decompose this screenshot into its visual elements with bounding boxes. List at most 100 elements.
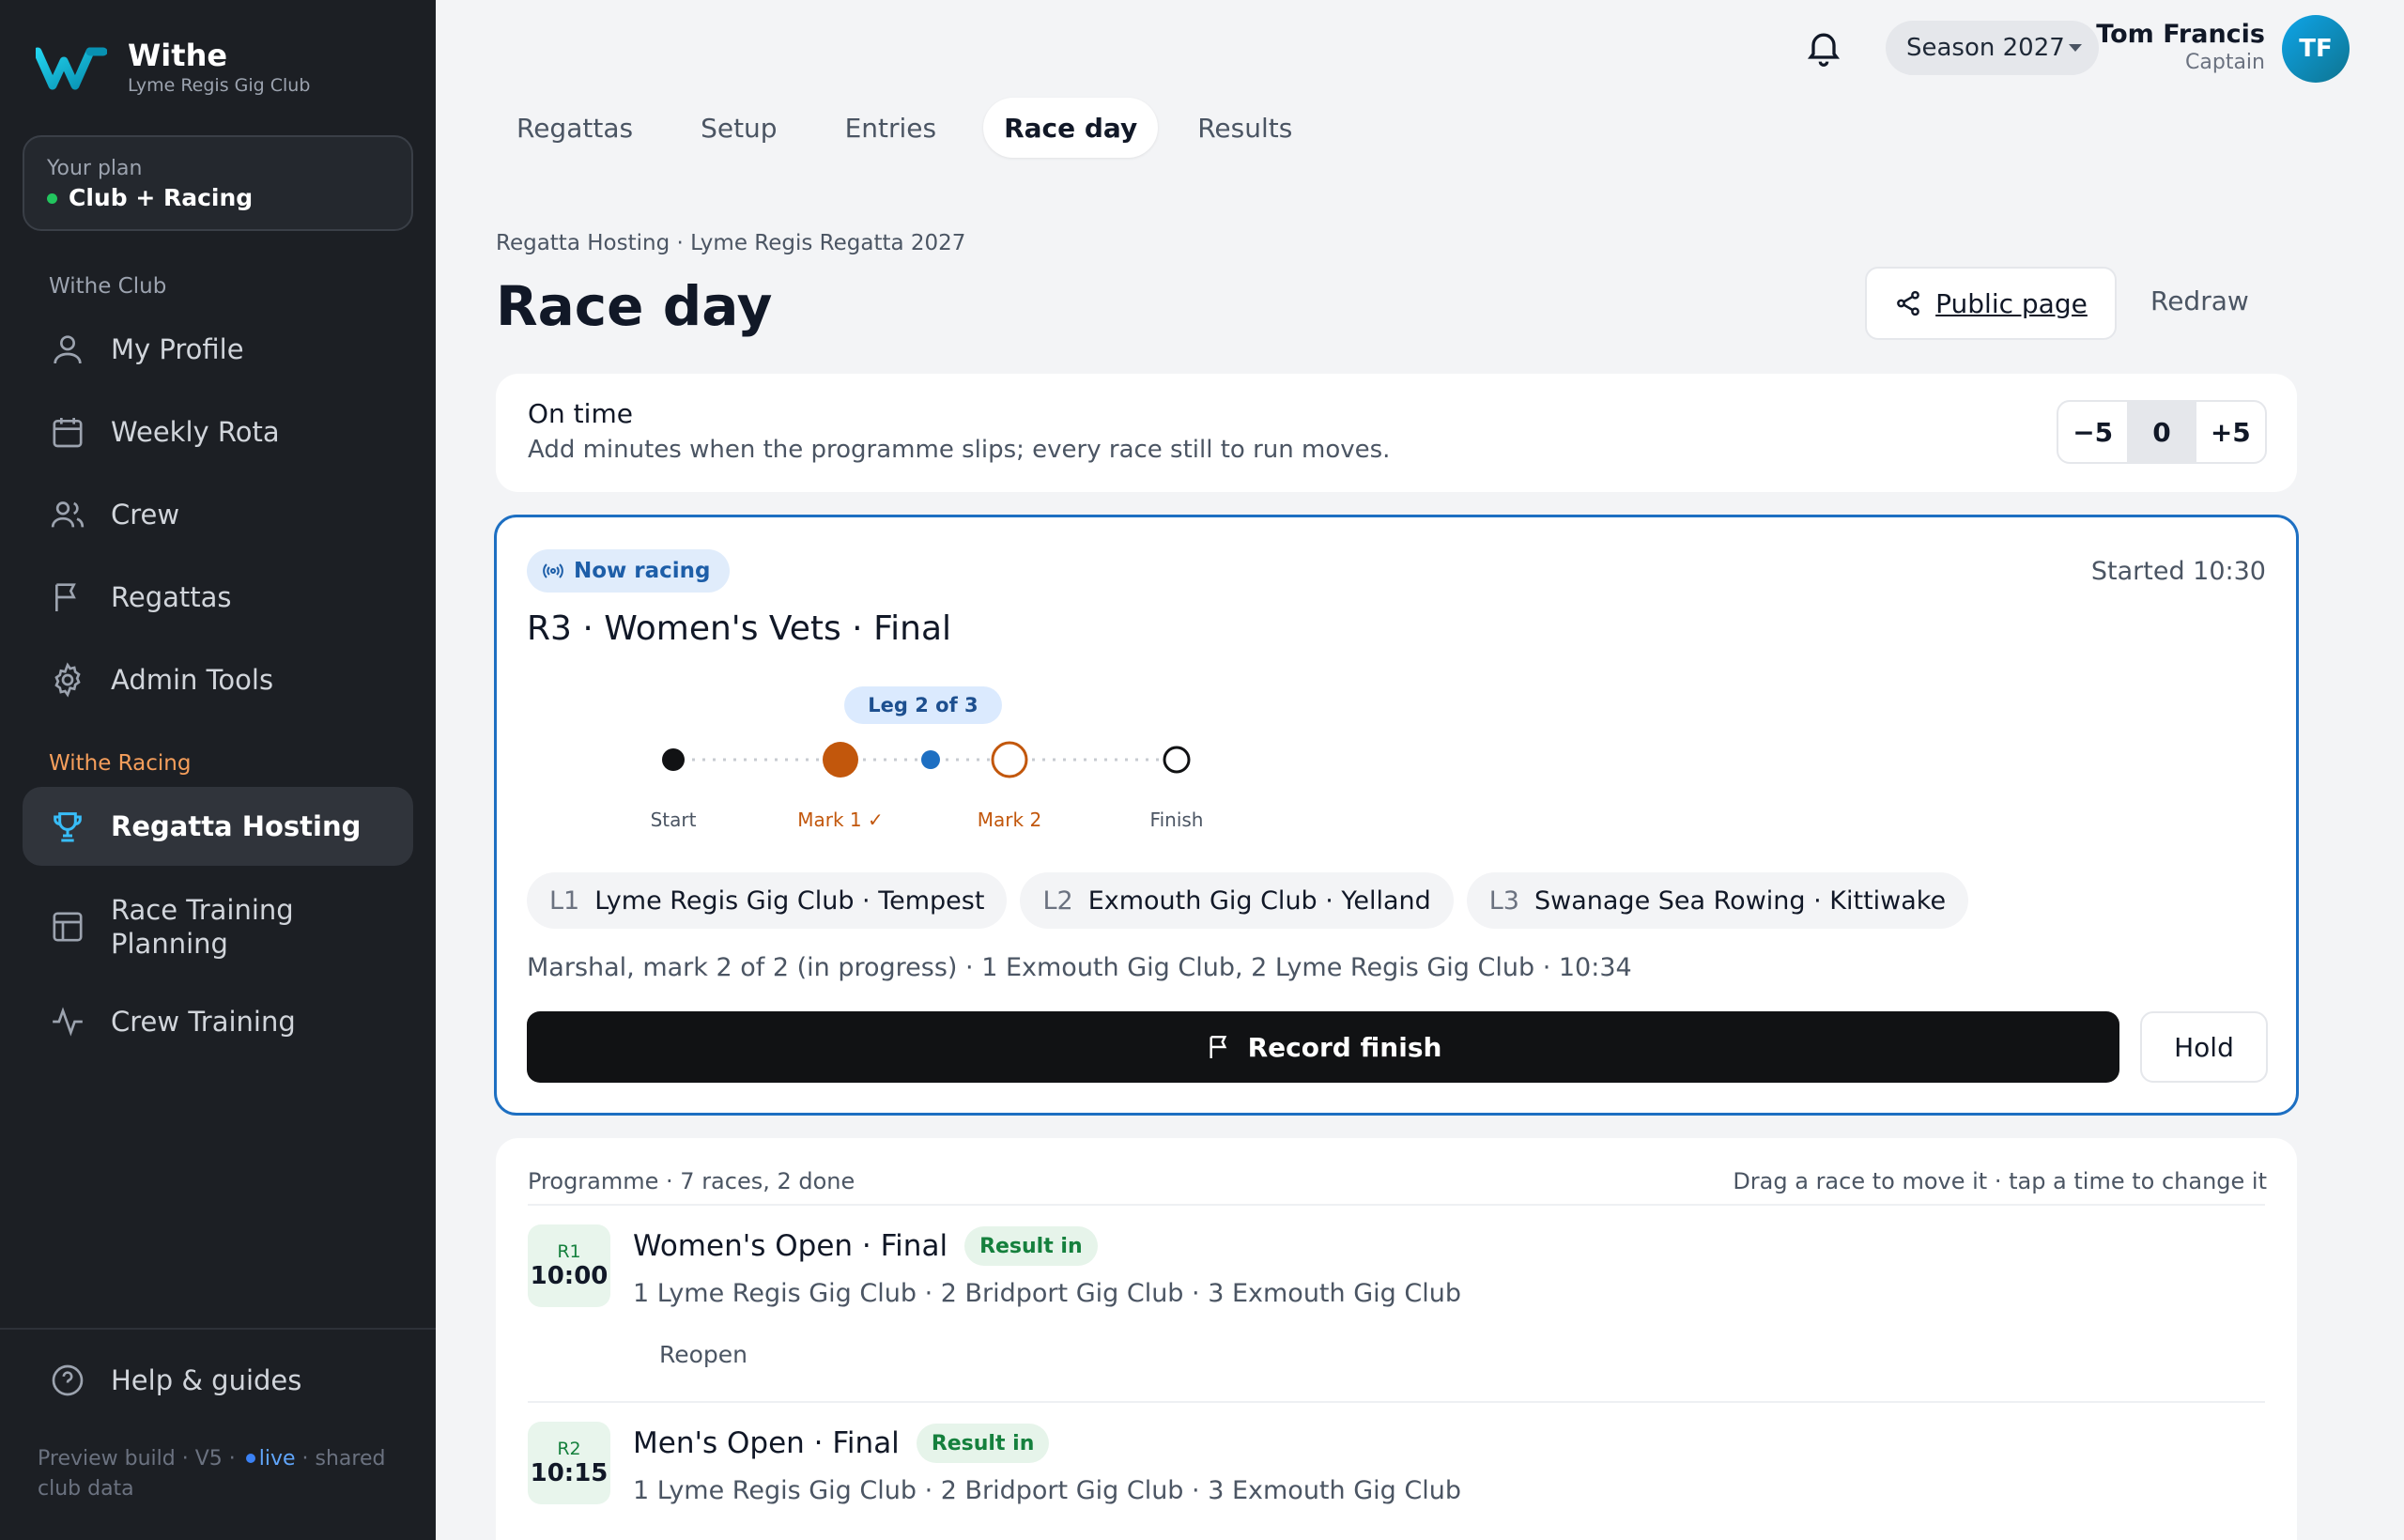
status-badge: Result in	[964, 1226, 1098, 1266]
start-mark	[662, 748, 685, 771]
race-time-button[interactable]: R1 10:00	[528, 1224, 610, 1307]
race-name: Men's Open · Final	[633, 1426, 900, 1460]
user-info[interactable]: Tom Francis Captain	[2066, 19, 2265, 75]
help-circle-icon	[52, 1364, 84, 1396]
leg-indicator: Leg 2 of 3	[844, 686, 1002, 724]
trophy-icon	[54, 812, 82, 842]
finish-mark	[1163, 746, 1191, 774]
flag-icon	[55, 583, 76, 611]
plan-value: Club + Racing	[69, 184, 254, 211]
tab-race-day[interactable]: Race day	[983, 98, 1159, 158]
lane-chip[interactable]: L2 Exmouth Gig Club · Yelland	[1020, 872, 1454, 929]
race-row[interactable]: R1 10:00 Women's Open · Final Result in …	[528, 1224, 2265, 1412]
sidebar-item-crew[interactable]: Crew	[23, 475, 413, 554]
layout-icon	[53, 912, 83, 942]
tab-results[interactable]: Results	[1177, 98, 1313, 158]
plan-card[interactable]: Your plan Club + Racing	[23, 135, 413, 231]
lane-number: L1	[549, 886, 580, 916]
sidebar-item-regattas[interactable]: Regattas	[23, 558, 413, 637]
user-icon	[54, 335, 82, 364]
sidebar-item-regatta-hosting[interactable]: Regatta Hosting	[23, 787, 413, 866]
broadcast-icon	[543, 563, 563, 578]
race-time: 10:15	[530, 1459, 609, 1487]
regatta-tabs: Regattas Setup Entries Race day Results	[496, 98, 1339, 158]
sidebar-item-weekly-rota[interactable]: Weekly Rota	[23, 393, 413, 471]
brand[interactable]: Withe Lyme Regis Gig Club	[36, 38, 310, 98]
avatar[interactable]: TF	[2282, 15, 2350, 83]
programme-header: Programme · 7 races, 2 done	[528, 1168, 855, 1194]
now-racing-badge: Now racing	[527, 549, 730, 593]
reopen-button[interactable]: Reopen	[659, 1341, 747, 1368]
plan-status-dot	[47, 192, 57, 204]
user-name: Tom Francis	[2096, 20, 2265, 49]
mark-label-mark-1: Mark 1 ✓	[797, 808, 884, 831]
schedule-status: On time	[528, 398, 633, 429]
brand-name: Withe	[128, 38, 228, 73]
lane-chip[interactable]: L1 Lyme Regis Gig Club · Tempest	[527, 872, 1008, 929]
sidebar-item-help[interactable]: Help & guides	[23, 1341, 413, 1420]
race-title: R3 · Women's Vets · Final	[527, 609, 952, 648]
programme-hint: Drag a race to move it · tap a time to c…	[1733, 1168, 2267, 1194]
sidebar-item-label: Regatta Hosting	[111, 810, 362, 842]
activity-icon	[53, 1007, 83, 1037]
sidebar: Withe Lyme Regis Gig Club Your plan Club…	[0, 0, 436, 1540]
brand-club: Lyme Regis Gig Club	[128, 75, 311, 96]
sidebar-item-race-training-planning[interactable]: Race Training Planning	[23, 885, 413, 969]
breadcrumb: Regatta Hosting · Lyme Regis Regatta 202…	[496, 231, 966, 255]
record-finish-button[interactable]: Record finish	[527, 1011, 2119, 1083]
live-status: live	[258, 1447, 296, 1471]
section-withe-club: Withe Club	[49, 274, 167, 299]
status-badge: Result in	[916, 1424, 1050, 1463]
divider	[528, 1204, 2265, 1206]
sidebar-item-admin-tools[interactable]: Admin Tools	[23, 640, 413, 719]
lane-crew: Lyme Regis Gig Club · Tempest	[594, 886, 985, 916]
delay-stepper: −5 0 +5	[2057, 400, 2267, 464]
schedule-offset-card: On time Add minutes when the programme s…	[496, 374, 2297, 492]
course-labels: Start Mark 1 ✓ Mark 2 Finish	[497, 808, 1248, 837]
share-icon	[1897, 290, 1920, 316]
live-status-dot	[245, 1454, 255, 1463]
mark-label-start: Start	[650, 808, 697, 831]
record-finish-label: Record finish	[1247, 1031, 1442, 1063]
plus-five-button[interactable]: +5	[2196, 402, 2265, 462]
sidebar-item-label: Admin Tools	[111, 664, 274, 696]
sidebar-item-label: Crew	[111, 499, 180, 531]
public-page-button[interactable]: Public page	[1865, 267, 2117, 340]
tab-entries[interactable]: Entries	[824, 98, 958, 158]
gear-icon	[54, 662, 81, 698]
lane-chip[interactable]: L3 Swanage Sea Rowing · Kittiwake	[1466, 872, 1969, 929]
lane-number: L2	[1042, 886, 1073, 916]
lane-crew: Swanage Sea Rowing · Kittiwake	[1534, 886, 1947, 916]
sidebar-item-crew-training[interactable]: Crew Training	[23, 982, 413, 1061]
sidebar-item-my-profile[interactable]: My Profile	[23, 310, 413, 389]
withe-logo-icon	[36, 47, 107, 90]
tab-regattas[interactable]: Regattas	[496, 98, 654, 158]
schedule-help: Add minutes when the programme slips; ev…	[528, 436, 1391, 464]
section-withe-racing: Withe Racing	[49, 751, 192, 776]
plan-label: Your plan	[47, 157, 143, 180]
mark-label-mark-2: Mark 2	[977, 808, 1042, 831]
page-title: Race day	[496, 274, 773, 338]
sidebar-item-label: Weekly Rota	[111, 416, 280, 448]
race-time-button[interactable]: R2 10:15	[528, 1422, 610, 1504]
race-row[interactable]: R2 10:15 Men's Open · Final Result in 1 …	[528, 1422, 2265, 1540]
marshal-report: Marshal, mark 2 of 2 (in progress) · 1 E…	[527, 953, 1632, 982]
sidebar-item-label: My Profile	[111, 333, 244, 365]
race-result: 1 Lyme Regis Gig Club · 2 Bridport Gig C…	[633, 1476, 1461, 1505]
calendar-icon	[53, 418, 83, 448]
users-icon	[51, 501, 85, 528]
mark-2	[991, 741, 1028, 778]
redraw-button[interactable]: Redraw	[2150, 285, 2249, 316]
tab-setup[interactable]: Setup	[680, 98, 798, 158]
minus-five-button[interactable]: −5	[2058, 402, 2127, 462]
race-time: 10:00	[530, 1262, 609, 1290]
sidebar-item-label: Regattas	[111, 581, 232, 613]
sidebar-item-label: Crew Training	[111, 1006, 296, 1038]
season-value: Season 2027	[1906, 34, 2065, 62]
hold-button[interactable]: Hold	[2140, 1011, 2268, 1083]
bell-icon[interactable]	[1803, 26, 1844, 68]
sidebar-item-label: Help & guides	[111, 1364, 302, 1396]
user-role: Captain	[2185, 51, 2265, 74]
race-name: Women's Open · Final	[633, 1229, 948, 1263]
race-number: R2	[557, 1439, 581, 1459]
